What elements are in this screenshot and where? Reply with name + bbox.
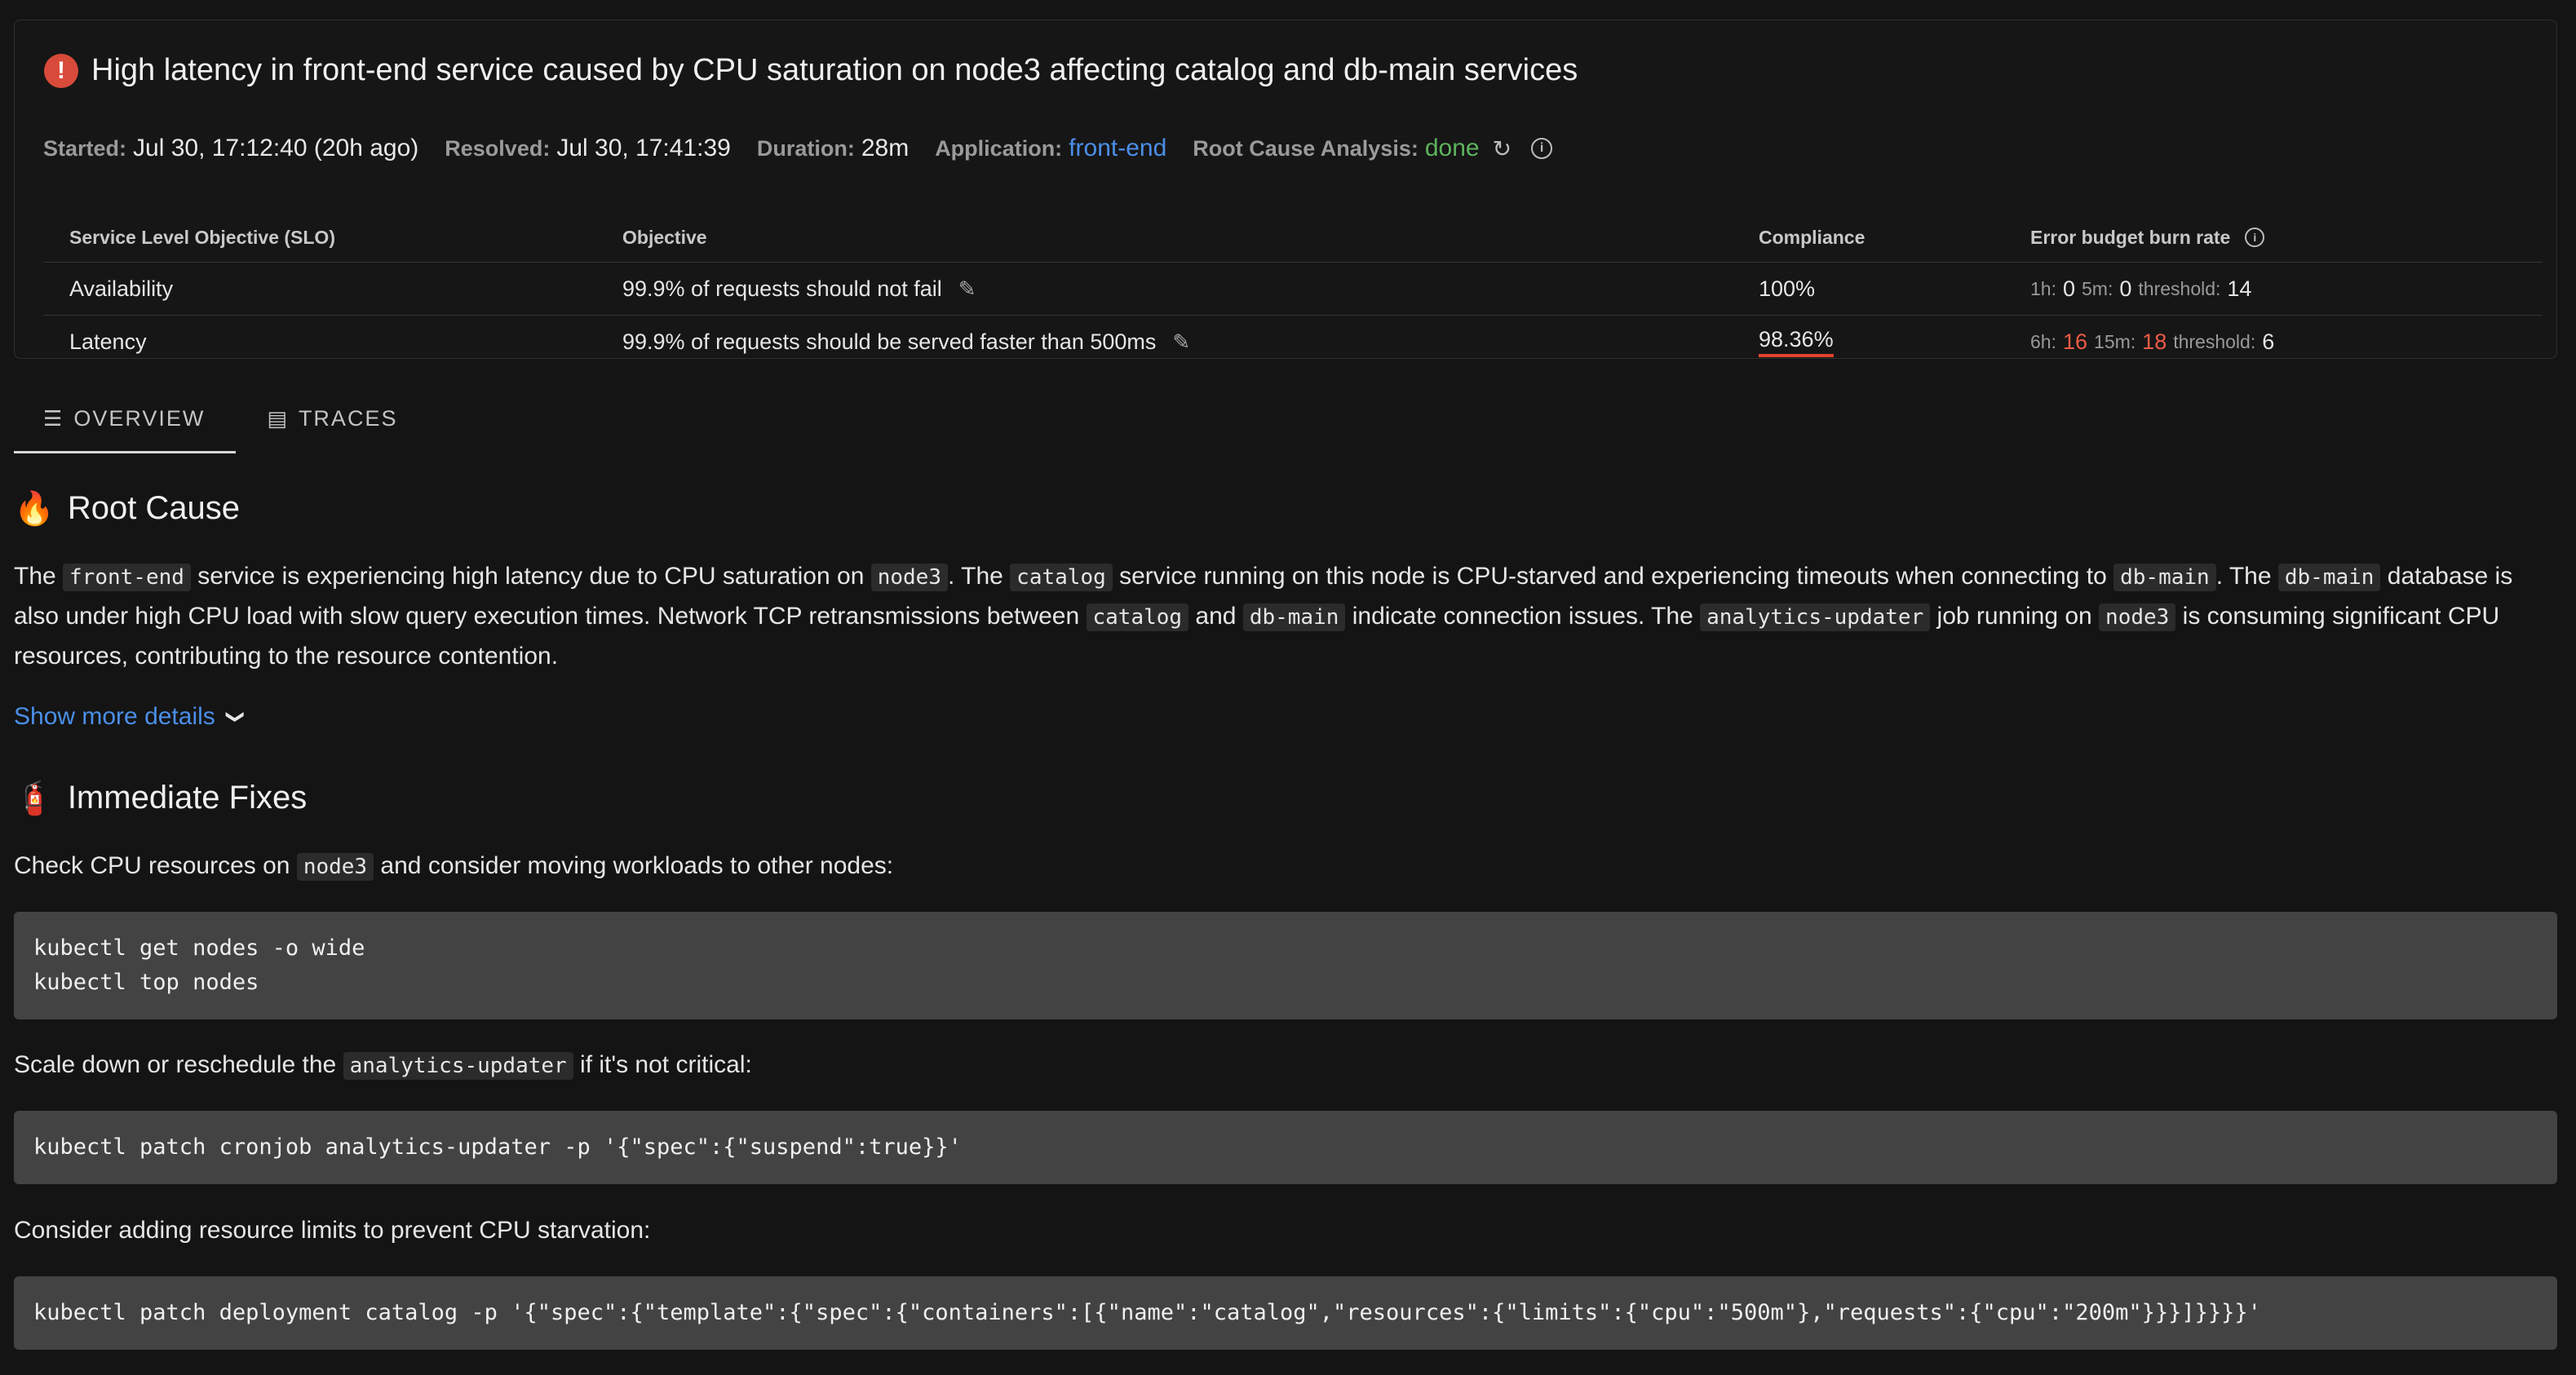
application-label: Application: <box>935 135 1063 161</box>
inline-code: node3 <box>296 853 374 881</box>
started-label: Started: <box>43 135 127 161</box>
edit-icon[interactable]: ✎ <box>1172 329 1190 355</box>
burn-window-2-value: 18 <box>2142 329 2167 354</box>
burn-window-1-label: 6h: <box>2030 330 2056 352</box>
burn-window-1-value: 0 <box>2062 276 2076 301</box>
slo-name: Availability <box>69 276 174 301</box>
text: The <box>14 563 64 590</box>
rca-label: Root Cause Analysis: <box>1193 135 1419 161</box>
objective-text: 99.9% of requests should be served faste… <box>622 329 1157 354</box>
compliance-violation: 98.36% <box>1759 327 1834 357</box>
text: indicate connection issues. The <box>1345 603 1701 630</box>
table-row: Availability 99.9% of requests should no… <box>43 263 2543 316</box>
code-block-2[interactable]: kubectl patch cronjob analytics-updater … <box>14 1111 2557 1184</box>
text: Scale down or reschedule the <box>14 1051 343 1078</box>
header-burn-rate-label: Error budget burn rate <box>2030 226 2231 248</box>
inline-code: node3 <box>870 564 948 591</box>
tab-traces-label: TRACES <box>298 406 398 431</box>
text: and consider moving workloads to other n… <box>374 852 894 879</box>
incident-page: ! High latency in front-end service caus… <box>0 0 2576 1375</box>
burn-threshold-label: threshold: <box>2173 330 2256 352</box>
immediate-fixes-heading: 🧯 Immediate Fixes <box>14 779 307 817</box>
resolved-value: Jul 30, 17:41:39 <box>556 135 731 161</box>
inline-code: db-main <box>2113 564 2216 591</box>
text: Check CPU resources on <box>14 852 297 879</box>
burn-threshold-label: threshold: <box>2138 277 2221 299</box>
edit-icon[interactable]: ✎ <box>958 276 976 302</box>
slo-compliance: 98.36% <box>1759 316 1834 368</box>
slo-objective: 99.9% of requests should be served faste… <box>622 316 1190 368</box>
slo-name: Latency <box>69 329 147 354</box>
text: . The <box>2215 563 2278 590</box>
burn-window-2-label: 15m: <box>2094 330 2136 352</box>
immediate-fixes-title: Immediate Fixes <box>67 780 308 816</box>
inline-code: analytics-updater <box>343 1052 573 1080</box>
slo-compliance: 100% <box>1759 276 1816 301</box>
slo-burn-rate: 6h: 16 15m: 18 threshold: 6 <box>2030 316 2281 368</box>
incident-meta: Started: Jul 30, 17:12:40 (20h ago) Reso… <box>43 135 1553 162</box>
refresh-icon[interactable]: ↻ <box>1493 135 1512 162</box>
tab-traces[interactable]: ▤ TRACES <box>236 406 428 453</box>
show-more-details-link[interactable]: Show more details ❯ <box>14 703 247 731</box>
text: service running on this node is CPU-star… <box>1112 563 2114 590</box>
burn-window-2-value: 0 <box>2119 276 2132 301</box>
inline-code: db-main <box>1242 603 1346 631</box>
slo-table-header: Service Level Objective (SLO) Objective … <box>43 213 2543 263</box>
objective-text: 99.9% of requests should not fail <box>622 276 942 301</box>
inline-code: node3 <box>2099 603 2176 631</box>
text: and <box>1188 603 1243 630</box>
alert-icon: ! <box>44 53 78 88</box>
inline-code: catalog <box>1010 564 1113 591</box>
fix-step-3: Consider adding resource limits to preve… <box>14 1217 651 1244</box>
text: if it's not critical: <box>573 1051 752 1078</box>
slo-table: Service Level Objective (SLO) Objective … <box>43 213 2543 368</box>
burn-threshold-value: 6 <box>2262 329 2275 354</box>
table-row: Latency 99.9% of requests should be serv… <box>43 316 2543 368</box>
inline-code: front-end <box>63 564 191 591</box>
slo-burn-rate: 1h: 0 5m: 0 threshold: 14 <box>2030 263 2258 315</box>
incident-title: High latency in front-end service caused… <box>91 53 1578 87</box>
show-more-label: Show more details <box>14 703 215 730</box>
tab-overview[interactable]: ☰ OVERVIEW <box>14 406 237 453</box>
fix-step-2: Scale down or reschedule the analytics-u… <box>14 1046 2559 1085</box>
tab-overview-label: OVERVIEW <box>73 406 206 431</box>
burn-window-1-value: 16 <box>2062 329 2088 354</box>
incident-header: ! High latency in front-end service caus… <box>44 53 1578 88</box>
text: job running on <box>1930 603 2100 630</box>
burn-info-icon[interactable]: i <box>2245 228 2265 247</box>
code-block-1[interactable]: kubectl get nodes -o wide kubectl top no… <box>14 912 2557 1019</box>
chevron-down-icon: ❯ <box>226 709 247 725</box>
fix-step-1: Check CPU resources on node3 and conside… <box>14 847 2559 886</box>
incident-card: ! High latency in front-end service caus… <box>14 20 2557 359</box>
header-burn-rate: Error budget burn rate i <box>2030 213 2265 262</box>
duration-label: Duration: <box>756 135 855 161</box>
tab-bar: ☰ OVERVIEW ▤ TRACES <box>14 406 428 453</box>
application-link[interactable]: front-end <box>1069 135 1166 162</box>
burn-window-1-label: 1h: <box>2030 277 2056 299</box>
fire-icon: 🔥 <box>14 491 55 527</box>
info-icon[interactable]: i <box>1531 138 1553 159</box>
burn-window-2-label: 5m: <box>2082 277 2113 299</box>
duration-value: 28m <box>861 135 910 161</box>
fire-extinguisher-icon: 🧯 <box>14 780 55 816</box>
header-objective: Objective <box>622 226 707 248</box>
rca-status: done <box>1424 135 1480 161</box>
inline-code: catalog <box>1086 603 1189 631</box>
inline-code: analytics-updater <box>1700 603 1931 631</box>
inline-code: db-main <box>2277 564 2381 591</box>
slo-objective: 99.9% of requests should not fail ✎ <box>622 263 976 315</box>
traces-icon: ▤ <box>267 406 289 431</box>
text: service is experiencing high latency due… <box>190 563 871 590</box>
code-block-3[interactable]: kubectl patch deployment catalog -p '{"s… <box>14 1276 2557 1350</box>
root-cause-heading: 🔥 Root Cause <box>14 489 240 528</box>
root-cause-title: Root Cause <box>67 490 241 526</box>
header-slo: Service Level Objective (SLO) <box>69 226 335 248</box>
header-compliance: Compliance <box>1759 226 1866 248</box>
burn-threshold-value: 14 <box>2227 276 2252 301</box>
text: . The <box>948 563 1011 590</box>
resolved-label: Resolved: <box>445 135 551 161</box>
root-cause-text: The front-end service is experiencing hi… <box>14 557 2559 676</box>
list-icon: ☰ <box>43 406 64 431</box>
started-value: Jul 30, 17:12:40 (20h ago) <box>133 135 419 161</box>
